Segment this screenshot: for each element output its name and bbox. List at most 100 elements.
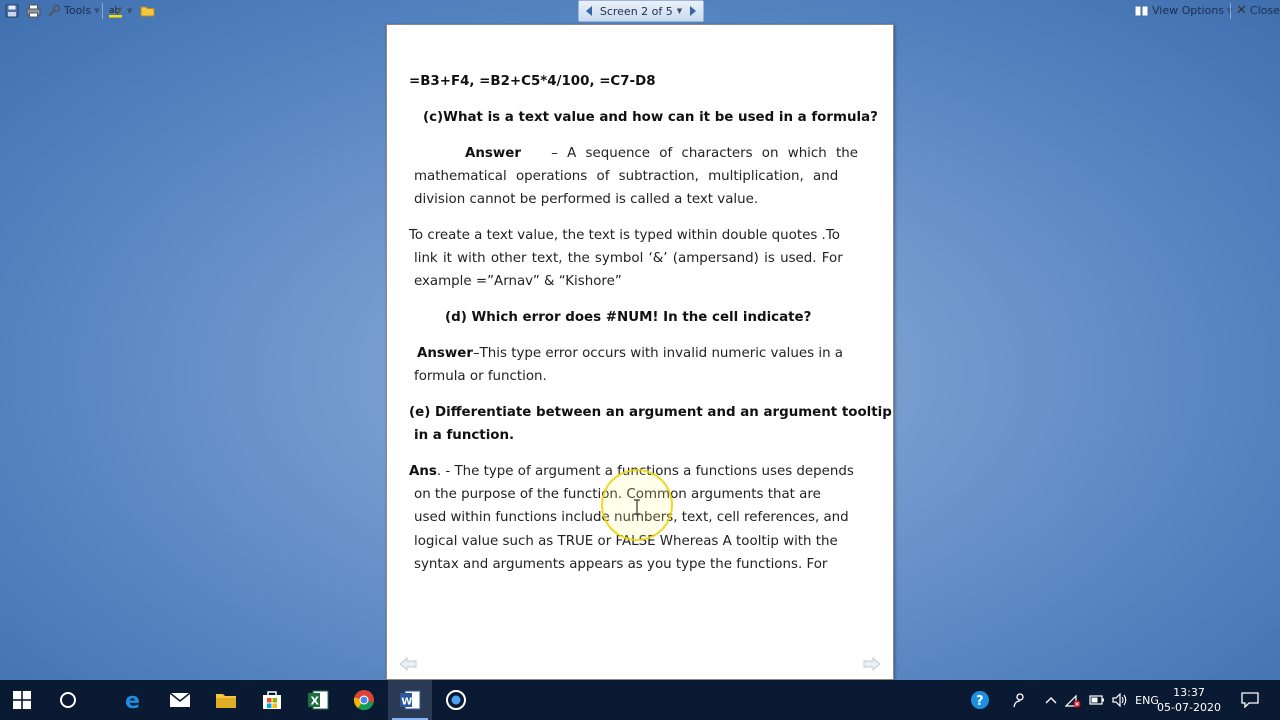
network-error-icon: [1065, 694, 1081, 708]
taskbar-store[interactable]: [250, 680, 294, 720]
text-cursor-icon: [634, 499, 640, 515]
help-icon: ?: [971, 691, 989, 709]
view-options-icon: [1134, 5, 1149, 16]
close-reading-button[interactable]: ✕ Close: [1233, 1, 1280, 20]
close-label: Close: [1249, 4, 1280, 17]
svg-text:?: ?: [976, 694, 984, 709]
question-e-line-2: in a function.: [414, 428, 515, 443]
tray-people[interactable]: [1006, 680, 1032, 720]
record-icon: [446, 690, 466, 710]
tools-icon: [48, 4, 61, 17]
answer-label: Answer: [417, 346, 473, 361]
taskbar-file-explorer[interactable]: [204, 680, 248, 720]
print-icon: [26, 4, 41, 17]
tray-battery[interactable]: [1086, 680, 1108, 720]
battery-icon: [1089, 695, 1104, 705]
taskbar-excel[interactable]: X: [296, 680, 340, 720]
clock-date: 05-07-2020: [1157, 701, 1221, 714]
next-page-arrow-icon[interactable]: [863, 657, 881, 671]
excel-icon: X: [308, 690, 329, 710]
answer-e-line-4: logical value such as TRUE or FALSE Wher…: [414, 534, 838, 549]
tray-help[interactable]: ?: [966, 680, 994, 720]
taskbar-recorder[interactable]: [434, 680, 478, 720]
toolbar-divider: [1230, 3, 1231, 19]
print-button[interactable]: [23, 1, 44, 20]
answer-e-text: . - The type of argument a functions a f…: [436, 464, 854, 479]
view-options-menu[interactable]: View Options ▼: [1131, 1, 1235, 20]
store-icon: [263, 691, 281, 709]
taskbar-mail[interactable]: [158, 680, 202, 720]
edge-icon: e: [125, 689, 140, 711]
chrome-icon: [353, 690, 374, 711]
people-icon: [1013, 693, 1024, 708]
ans-label: Ans: [409, 464, 437, 479]
tray-network[interactable]: [1062, 680, 1084, 720]
view-options-label: View Options: [1152, 4, 1225, 17]
answer-d-text: –This type error occurs with invalid num…: [472, 346, 844, 361]
chevron-up-icon: [1045, 697, 1057, 704]
tray-volume[interactable]: [1108, 680, 1132, 720]
windows-icon: [13, 691, 31, 709]
tools-label: Tools: [64, 4, 92, 17]
chevron-down-icon: ▼: [127, 6, 133, 15]
cortana-button[interactable]: [46, 680, 90, 720]
save-button[interactable]: [2, 1, 22, 20]
answer-e-line-2: on the purpose of the function. Common a…: [414, 487, 821, 502]
answer-e-line-3: used within functions include numbers, t…: [414, 510, 849, 525]
formula-line: =B3+F4, =B2+C5*4/100, =C7-D8: [409, 74, 656, 89]
notification-icon: [1241, 692, 1259, 708]
chevron-down-icon: ▼: [94, 6, 100, 15]
previous-screen-button[interactable]: [579, 1, 599, 21]
answer-d-line-2: formula or function.: [414, 369, 547, 384]
screen-navigator: Screen 2 of 5 ▼: [578, 0, 704, 22]
question-e-line-1: (e) Differentiate between an argument an…: [409, 405, 892, 420]
arrow-left-icon: [586, 6, 592, 16]
screen-selector[interactable]: Screen 2 of 5 ▼: [599, 5, 683, 18]
mail-icon: [169, 692, 191, 707]
svg-text:e: e: [125, 689, 140, 711]
screen-indicator: Screen 2 of 5: [599, 4, 673, 18]
svg-text:X: X: [311, 695, 320, 708]
taskbar: e X W ? ENG 13:37 05-07-2020: [0, 680, 1280, 720]
folder-icon: [216, 694, 236, 708]
save-icon: [5, 4, 19, 17]
reading-toolbar: Tools ▼ ab ▼ Screen 2 of 5 ▼ View Option…: [0, 0, 1280, 22]
action-center-button[interactable]: [1236, 680, 1264, 720]
word-icon: W: [400, 690, 421, 710]
text-value-line-2: link it with other text, the symbol ‘&’ …: [414, 251, 843, 266]
highlight-button[interactable]: ab ▼: [105, 1, 135, 20]
taskbar-clock[interactable]: 13:37 05-07-2020: [1154, 685, 1224, 715]
document-page: =B3+F4, =B2+C5*4/100, =C7-D8 (c)What is …: [386, 24, 894, 680]
taskbar-edge[interactable]: e: [112, 680, 156, 720]
answer-c-line-3: division cannot be performed is called a…: [414, 192, 759, 207]
tools-menu[interactable]: Tools ▼: [44, 1, 103, 20]
search-circle-icon: [60, 692, 76, 708]
tray-show-hidden-icons[interactable]: [1040, 680, 1062, 720]
clock-time: 13:37: [1173, 686, 1205, 699]
previous-page-arrow-icon[interactable]: [399, 657, 417, 671]
question-c: (c)What is a text value and how can it b…: [423, 110, 878, 125]
taskbar-word[interactable]: W: [388, 680, 432, 720]
toolbar-divider: [102, 3, 103, 19]
start-button[interactable]: [0, 680, 44, 720]
answer-label: Answer: [465, 146, 521, 161]
answer-c-text: – A sequence of characters on which the: [551, 146, 858, 161]
comment-button[interactable]: [137, 1, 158, 20]
folder-icon: [140, 6, 155, 17]
text-value-line-3: example =”Arnav” & “Kishore”: [414, 274, 622, 289]
svg-text:W: W: [401, 697, 412, 708]
question-d: (d) Which error does #NUM! In the cell i…: [445, 310, 812, 325]
answer-c-line-1: Answer – A sequence of characters on whi…: [414, 145, 858, 163]
close-icon: ✕: [1236, 3, 1247, 18]
answer-d-line-1: Answer–This type error occurs with inval…: [417, 345, 843, 363]
answer-e-line-1: Ans. - The type of argument a functions …: [409, 463, 854, 481]
text-value-line-1: To create a text value, the text is type…: [409, 228, 840, 243]
answer-c-line-2: mathematical operations of subtraction, …: [414, 169, 839, 184]
highlighter-icon: ab: [109, 6, 123, 17]
arrow-right-icon: [690, 6, 696, 16]
answer-e-line-5: syntax and arguments appears as you type…: [414, 557, 828, 572]
next-screen-button[interactable]: [683, 1, 703, 21]
chevron-down-icon: ▼: [676, 7, 683, 15]
taskbar-chrome[interactable]: [342, 680, 386, 720]
volume-icon: [1112, 693, 1127, 707]
